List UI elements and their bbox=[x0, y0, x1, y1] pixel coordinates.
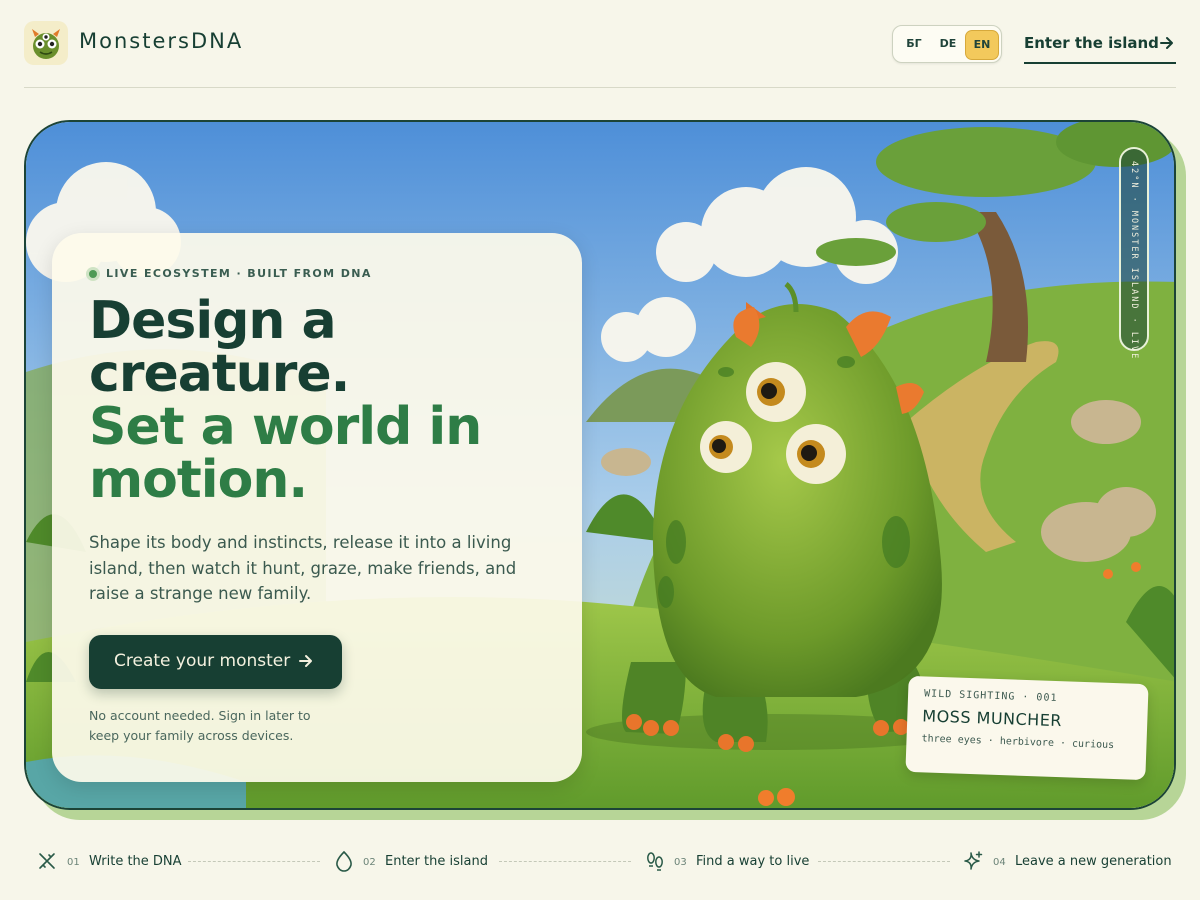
enter-island-link[interactable]: Enter the island bbox=[1024, 33, 1176, 64]
egg-icon bbox=[336, 850, 352, 872]
step-label: Enter the island bbox=[385, 854, 488, 869]
headline-line-1: Design a bbox=[89, 291, 337, 351]
step-number: 02 bbox=[363, 857, 376, 868]
create-monster-button[interactable]: Create your monster bbox=[89, 635, 342, 689]
lang-en-button[interactable]: EN bbox=[965, 30, 999, 60]
step-number: 04 bbox=[993, 857, 1006, 868]
language-switcher: БГ DE EN bbox=[892, 25, 1002, 63]
step-4: 04 Leave a new generation bbox=[962, 850, 1172, 874]
headline-line-3: Set a world in bbox=[89, 397, 482, 457]
step-connector bbox=[188, 861, 320, 862]
step-number: 03 bbox=[674, 857, 687, 868]
step-label: Leave a new generation bbox=[1015, 854, 1172, 869]
step-1: 01 Write the DNA bbox=[36, 850, 186, 874]
location-tag: 42°N · MONSTER ISLAND · LIVE bbox=[1119, 147, 1149, 360]
step-label: Write the DNA bbox=[89, 854, 182, 869]
site-header: MonstersDNA БГ DE EN Enter the island bbox=[0, 0, 1200, 88]
sighting-description: three eyes · herbivore · curious bbox=[921, 733, 1115, 752]
live-status-dot bbox=[86, 267, 100, 281]
step-label: Find a way to live bbox=[696, 854, 810, 869]
hero-card: LIVE ECOSYSTEM · BUILT FROM DNA Design a… bbox=[52, 233, 582, 782]
lang-bg-button[interactable]: БГ bbox=[897, 30, 931, 60]
arrow-right-icon bbox=[1160, 37, 1173, 49]
monster-logo-icon[interactable] bbox=[24, 21, 68, 65]
hero-headline: Design a creature. Set a world in motion… bbox=[89, 295, 559, 507]
lang-de-button[interactable]: DE bbox=[931, 30, 965, 60]
step-connector bbox=[818, 861, 950, 862]
location-tag-text: 42°N · MONSTER ISLAND · LIVE bbox=[1129, 161, 1139, 361]
create-monster-label: Create your monster bbox=[114, 651, 291, 671]
sighting-kicker: WILD SIGHTING · 001 bbox=[923, 688, 1058, 705]
footprints-icon bbox=[647, 852, 663, 871]
sparkles-icon bbox=[964, 851, 983, 870]
brand-name[interactable]: MonstersDNA bbox=[79, 29, 243, 53]
hero-description: Shape its body and instincts, release it… bbox=[89, 533, 517, 603]
sighting-name: MOSS MUNCHER bbox=[922, 706, 1063, 731]
steps-bar: 01 Write the DNA 02 Enter the island 03 … bbox=[0, 840, 1200, 884]
step-3: 03 Find a way to live bbox=[645, 850, 815, 874]
headline-line-4: motion. bbox=[89, 450, 308, 510]
hero-eyebrow: LIVE ECOSYSTEM · BUILT FROM DNA bbox=[106, 267, 372, 280]
arrow-right-icon bbox=[299, 655, 312, 667]
header-divider bbox=[24, 87, 1176, 88]
signin-note: No account needed. Sign in later to keep… bbox=[89, 708, 311, 743]
step-2: 02 Enter the island bbox=[334, 850, 494, 874]
enter-island-label: Enter the island bbox=[1024, 34, 1159, 52]
sighting-card[interactable]: WILD SIGHTING · 001 MOSS MUNCHER three e… bbox=[905, 675, 1149, 781]
step-connector bbox=[499, 861, 631, 862]
dna-icon bbox=[39, 853, 55, 869]
step-number: 01 bbox=[67, 857, 80, 868]
headline-line-2: creature. bbox=[89, 344, 350, 404]
